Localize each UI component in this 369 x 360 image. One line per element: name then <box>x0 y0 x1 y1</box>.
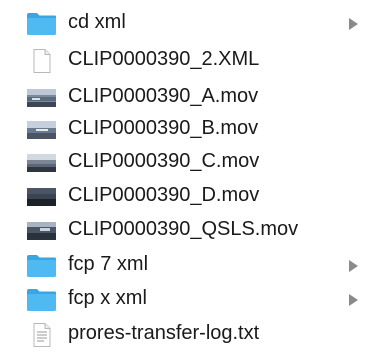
text-document-icon <box>26 323 57 347</box>
file-name: prores-transfer-log.txt <box>68 322 260 344</box>
file-row-clip-b-mov[interactable]: CLIP0000390_B.mov <box>0 113 369 147</box>
movie-thumbnail-icon <box>26 118 57 142</box>
disclosure-triangle-icon[interactable] <box>347 259 359 273</box>
folder-icon <box>26 254 57 278</box>
file-name: CLIP0000390_B.mov <box>68 117 259 139</box>
movie-thumbnail-icon <box>26 151 57 175</box>
file-name: CLIP0000390_D.mov <box>68 184 260 206</box>
file-row-clip-qsls-mov[interactable]: CLIP0000390_QSLS.mov <box>0 214 369 248</box>
file-name: CLIP0000390_C.mov <box>68 150 260 172</box>
file-name: CLIP0000390_QSLS.mov <box>68 218 299 240</box>
file-name: fcp x xml <box>68 287 147 309</box>
file-row-clip-a-mov[interactable]: CLIP0000390_A.mov <box>0 81 369 115</box>
file-list: cd xml CLIP0000390_2.XML CLIP0000390_A.m… <box>0 0 369 360</box>
file-row-clip-d-mov[interactable]: CLIP0000390_D.mov <box>0 180 369 214</box>
movie-thumbnail-icon <box>26 219 57 243</box>
file-name: CLIP0000390_A.mov <box>68 85 259 107</box>
movie-thumbnail-icon <box>26 185 57 209</box>
folder-icon <box>26 12 57 36</box>
file-name: CLIP0000390_2.XML <box>68 48 260 70</box>
file-row-fcpx-xml[interactable]: fcp x xml <box>0 283 369 317</box>
file-name: fcp 7 xml <box>68 253 149 275</box>
file-row-prores-log[interactable]: prores-transfer-log.txt <box>0 318 369 352</box>
file-name: cd xml <box>68 11 126 33</box>
disclosure-triangle-icon[interactable] <box>347 17 359 31</box>
file-row-cd-xml[interactable]: cd xml <box>0 7 369 41</box>
file-row-clip-c-mov[interactable]: CLIP0000390_C.mov <box>0 146 369 180</box>
file-row-fcp7-xml[interactable]: fcp 7 xml <box>0 249 369 283</box>
movie-thumbnail-icon <box>26 86 57 110</box>
disclosure-triangle-icon[interactable] <box>347 293 359 307</box>
blank-document-icon <box>26 49 57 73</box>
folder-icon <box>26 288 57 312</box>
file-row-clip-xml[interactable]: CLIP0000390_2.XML <box>0 44 369 78</box>
